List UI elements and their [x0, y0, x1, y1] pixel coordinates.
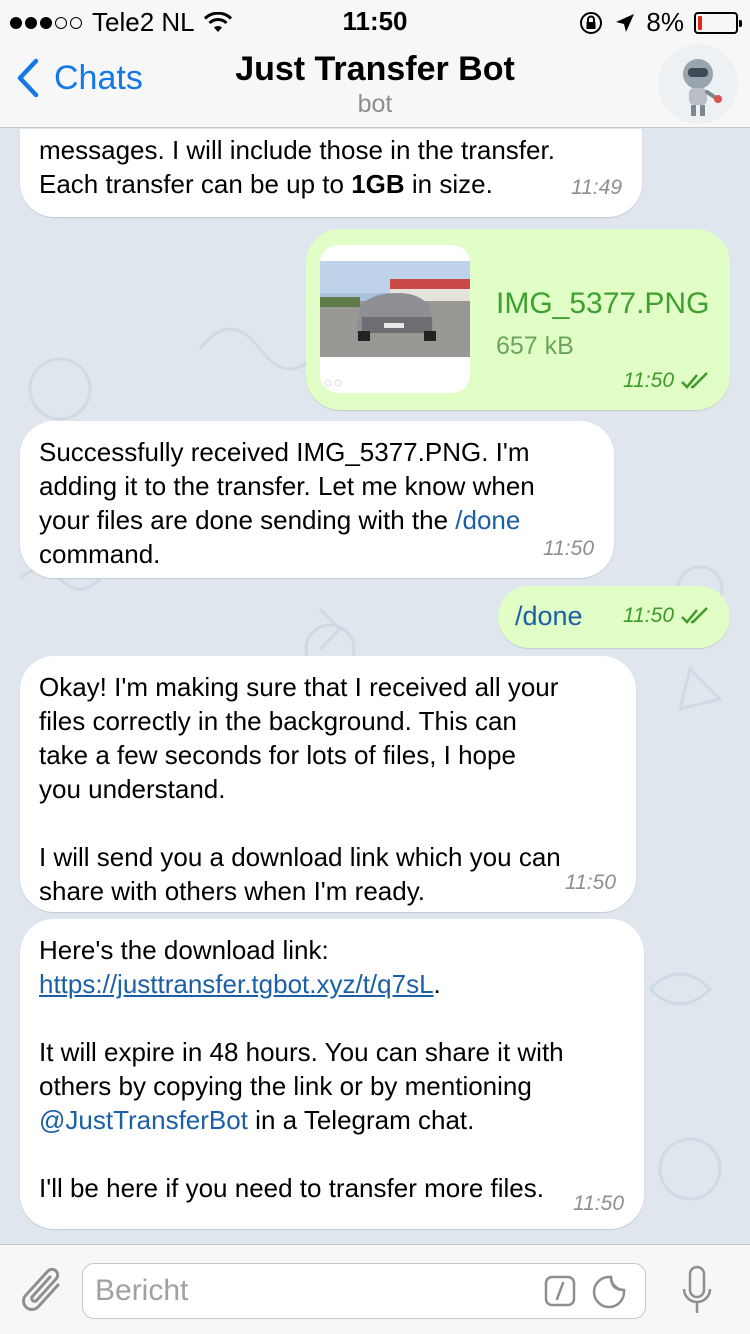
message-time: 11:50	[623, 369, 674, 392]
location-arrow-icon	[616, 13, 635, 32]
message-text-line: in size.	[404, 169, 493, 199]
car-photo-image	[320, 261, 470, 387]
message-bubble[interactable]: Successfully received IMG_5377.PNG. I'm …	[20, 421, 614, 578]
battery-icon	[694, 11, 742, 34]
file-name[interactable]: IMG_5377.PNG	[496, 287, 709, 321]
bold-text: 1GB	[351, 169, 405, 199]
bot-avatar[interactable]	[658, 44, 738, 124]
file-thumbnail[interactable]	[320, 245, 470, 393]
file-message-bubble[interactable]: IMG_5377.PNG 657 kB 11:50	[306, 229, 730, 410]
message-text-body: .	[433, 969, 441, 999]
battery-percentage: 8%	[646, 7, 684, 37]
bot-command-link[interactable]: /done	[455, 505, 520, 535]
download-link[interactable]: https://justtransfer.tgbot.xyz/t/q7sL	[39, 969, 434, 999]
input-bar	[0, 1244, 750, 1334]
microphone-icon[interactable]	[680, 1265, 714, 1319]
message-text: messages. I will include those in the tr…	[39, 133, 622, 201]
lock-rotation-icon	[580, 11, 603, 34]
message-text-body: I'll be here if you need to transfer mor…	[39, 1173, 544, 1203]
message-text-line: Each transfer can be up to	[39, 169, 352, 199]
message-bubble[interactable]: messages. I will include those in the tr…	[20, 129, 642, 217]
message-bubble[interactable]: Okay! I'm making sure that I received al…	[20, 656, 636, 912]
message-text-body: It will expire in 48 hours. You can shar…	[39, 1037, 564, 1101]
message-bubble[interactable]: /done 11:50	[498, 586, 730, 648]
message-meta: 11:50	[623, 599, 710, 633]
nav-bar: Chats Just Transfer Bot bot	[0, 40, 750, 128]
chat-area[interactable]: messages. I will include those in the tr…	[0, 129, 750, 1244]
file-size: 657 kB	[496, 332, 574, 360]
message-time: 11:50	[565, 871, 616, 894]
message-meta: 11:50	[623, 364, 710, 398]
message-text: Here's the download link: https://justtr…	[39, 933, 624, 1205]
chat-subtitle: bot	[357, 90, 393, 118]
sticker-icon[interactable]	[592, 1275, 626, 1309]
message-text: Okay! I'm making sure that I received al…	[39, 672, 561, 906]
message-text-body: Here's the download link:	[39, 935, 329, 965]
robot-avatar-icon	[683, 59, 722, 116]
paperclip-icon[interactable]	[18, 1263, 68, 1319]
message-time: 11:50	[573, 1192, 624, 1215]
read-checks-icon	[681, 372, 708, 389]
status-right: 8%	[578, 7, 742, 38]
message-text-body: in a Telegram chat.	[247, 1105, 475, 1135]
read-checks-icon	[681, 607, 708, 624]
message-bubble[interactable]: Here's the download link: https://justtr…	[20, 919, 644, 1229]
command-icon[interactable]	[544, 1275, 576, 1307]
message-time: 11:50	[543, 537, 594, 560]
message-text-body: command.	[39, 539, 161, 569]
message-time: 11:49	[571, 176, 622, 199]
status-bar: Tele2 NL 11:50 8%	[0, 0, 750, 40]
message-text-line: messages. I will include those in the tr…	[39, 135, 555, 165]
message-time: 11:50	[623, 604, 674, 627]
message-text: Successfully received IMG_5377.PNG. I'm …	[39, 435, 594, 571]
chat-title[interactable]: Just Transfer Bot	[0, 50, 750, 89]
bot-mention-link[interactable]: @JustTransferBot	[39, 1105, 248, 1135]
